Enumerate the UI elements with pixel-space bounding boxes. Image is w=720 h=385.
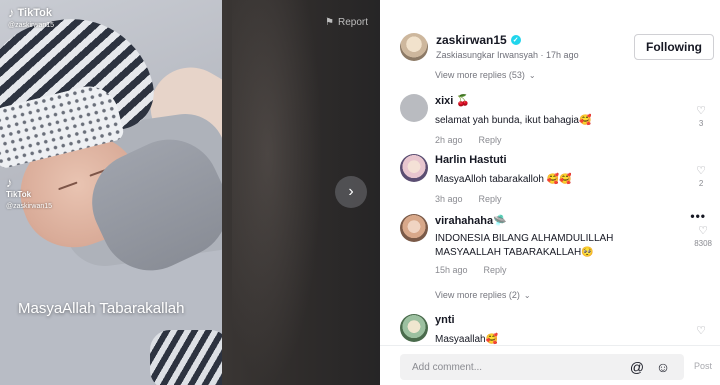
- like-button[interactable]: ♡ 3: [696, 104, 706, 128]
- comment-body: virahahaha🛸 INDONESIA BILANG ALHAMDULILL…: [435, 214, 680, 275]
- commenter-name[interactable]: xixi 🍒: [435, 94, 680, 107]
- comment-body: xixi 🍒 selamat yah bunda, ikut bahagia🥰 …: [435, 94, 680, 145]
- reply-button[interactable]: Reply: [479, 135, 502, 145]
- emoji-icon[interactable]: ☺: [654, 358, 672, 376]
- author-name-row: zaskirwan15 ✓: [436, 33, 579, 47]
- comment-meta: 15h ago Reply: [435, 265, 680, 275]
- more-options-icon[interactable]: •••: [690, 209, 706, 223]
- commenter-name[interactable]: virahahaha🛸: [435, 214, 680, 227]
- author-subtitle: Zaskiasungkar Irwansyah · 17h ago: [436, 50, 579, 60]
- comment-time: 3h ago: [435, 194, 463, 204]
- chevron-right-icon: ›: [348, 183, 354, 200]
- tiktok-note-icon: ♪: [8, 5, 15, 20]
- like-count: 3: [698, 119, 704, 128]
- commenter-name[interactable]: ynti: [435, 314, 680, 326]
- reply-button[interactable]: Reply: [484, 265, 507, 275]
- author-info: zaskirwan15 ✓ Zaskiasungkar Irwansyah · …: [400, 33, 579, 61]
- commenter-avatar[interactable]: [400, 154, 428, 182]
- comment-input[interactable]: [412, 354, 612, 380]
- author-avatar[interactable]: [400, 33, 428, 61]
- following-button[interactable]: Following: [634, 34, 714, 60]
- tiktok-note-icon: ♪: [6, 175, 13, 190]
- comment-body: Harlin Hastuti MasyaAlloh tabarakalloh 🥰…: [435, 154, 680, 204]
- heart-outline-icon: ♡: [696, 325, 706, 337]
- comment-compose-bar: @ ☺ Post: [380, 345, 720, 385]
- view-more-label: View more replies (53): [435, 70, 525, 80]
- next-video-button[interactable]: ›: [335, 176, 367, 208]
- video-frame: ♪ TikTok @zaskirwan15 ♪ TikTok @zaskirwa…: [0, 0, 222, 385]
- commenter-avatar[interactable]: [400, 94, 428, 122]
- chevron-down-icon: ⌄: [523, 290, 531, 300]
- striped-cloth: [150, 330, 222, 385]
- tiktok-brand-label: TikTok: [6, 190, 32, 199]
- view-more-label: View more replies (2): [435, 290, 520, 300]
- comment-body: ynti Masyaallah🥰: [435, 314, 680, 347]
- view-more-replies-mid[interactable]: View more replies (2) ⌄: [435, 290, 531, 300]
- comment-input-box[interactable]: @ ☺: [400, 354, 684, 380]
- comment-time: 15h ago: [435, 265, 468, 275]
- comment-text: INDONESIA BILANG ALHAMDULILLAH MASYAALLA…: [435, 233, 614, 258]
- heart-outline-icon: ♡: [696, 165, 706, 177]
- reply-button[interactable]: Reply: [479, 194, 502, 204]
- tiktok-logo-top: ♪ TikTok: [8, 5, 52, 20]
- at-icon[interactable]: @: [628, 358, 646, 376]
- heart-outline-icon: ♡: [696, 105, 706, 117]
- comment-text: MasyaAlloh tabarakalloh 🥰🥰: [435, 174, 572, 185]
- heart-outline-icon: ♡: [698, 225, 709, 237]
- video-player[interactable]: ♪ TikTok @zaskirwan15 ♪ TikTok @zaskirwa…: [0, 0, 380, 385]
- like-count: 8308: [694, 239, 712, 248]
- watermark-handle-mid: @zaskirwan15: [6, 203, 53, 210]
- like-count: 2: [698, 179, 704, 188]
- like-button[interactable]: ♡: [696, 324, 706, 337]
- comments-panel: zaskirwan15 ✓ Zaskiasungkar Irwansyah · …: [380, 0, 720, 385]
- report-label: Report: [337, 17, 368, 28]
- chevron-down-icon: ⌄: [528, 70, 536, 80]
- video-caption: MasyaAllah Tabarakallah: [18, 300, 185, 317]
- comment-meta: 3h ago Reply: [435, 194, 680, 204]
- comment-time: 2h ago: [435, 135, 463, 145]
- view-more-replies-top[interactable]: View more replies (53) ⌄: [435, 70, 536, 80]
- post-button[interactable]: Post: [694, 361, 712, 371]
- like-button[interactable]: ♡ 2: [696, 164, 706, 188]
- closed-eye: [58, 181, 78, 191]
- tiktok-video-page: ♪ TikTok @zaskirwan15 ♪ TikTok @zaskirwa…: [0, 0, 720, 385]
- tiktok-logo-mid: ♪ TikTok: [6, 175, 31, 199]
- report-button[interactable]: ⚑ Report: [325, 17, 368, 28]
- flag-icon: ⚑: [325, 17, 334, 28]
- comment-meta: 2h ago Reply: [435, 135, 680, 145]
- author-username[interactable]: zaskirwan15: [436, 33, 507, 47]
- commenter-avatar[interactable]: [400, 214, 428, 242]
- tiktok-brand-label: TikTok: [17, 6, 52, 19]
- commenter-avatar[interactable]: [400, 314, 428, 342]
- comment-text: selamat yah bunda, ikut bahagia🥰: [435, 115, 592, 126]
- verified-badge-icon: ✓: [510, 35, 521, 45]
- like-button[interactable]: ♡ 8308: [694, 224, 712, 248]
- watermark-handle-top: @zaskirwan15: [8, 22, 55, 29]
- commenter-name[interactable]: Harlin Hastuti: [435, 154, 680, 166]
